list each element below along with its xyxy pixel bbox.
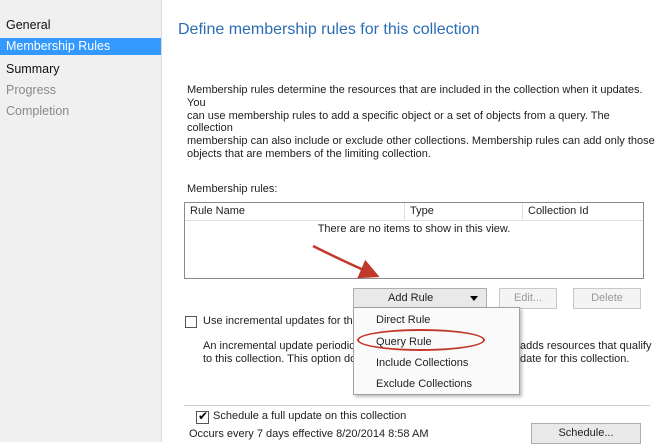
checkmark-icon: ✔ <box>198 409 209 423</box>
schedule-occurs-text: Occurs every 7 days effective 8/20/2014 … <box>189 428 429 440</box>
schedule-full-update-checkbox[interactable]: ✔ <box>196 409 209 424</box>
schedule-button[interactable]: Schedule... <box>531 423 641 444</box>
annotation-arrow <box>312 244 380 279</box>
schedule-full-update-label: Schedule a full update on this collectio… <box>213 410 407 422</box>
